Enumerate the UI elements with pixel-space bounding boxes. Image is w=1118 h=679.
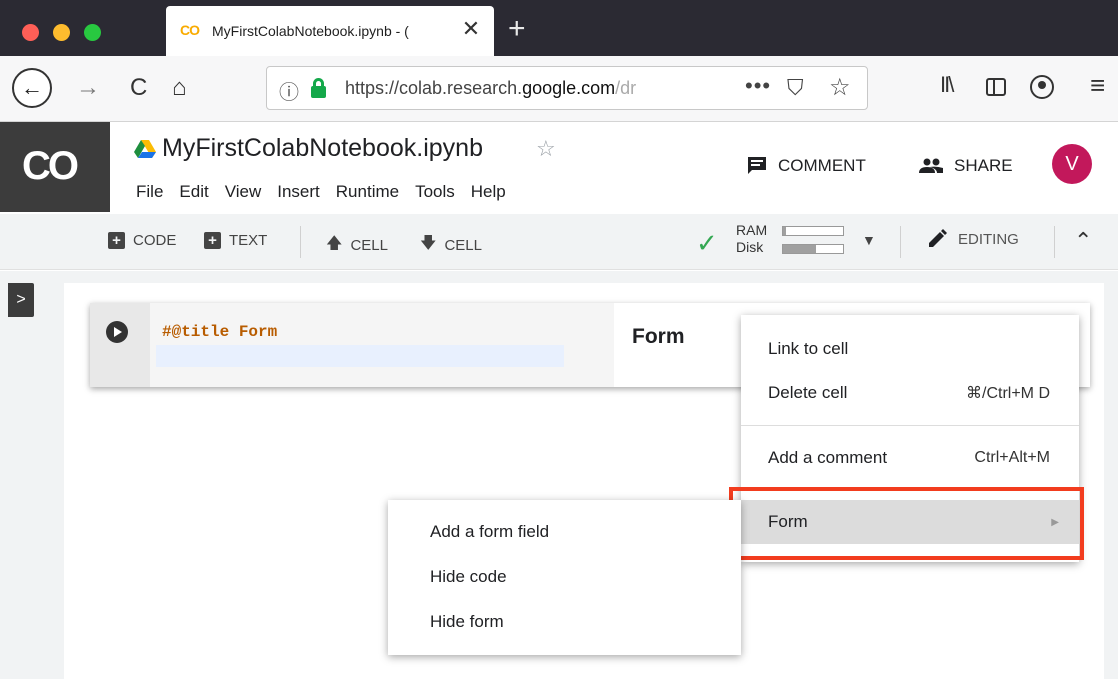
- url-prefix: https://colab.research.: [345, 78, 523, 98]
- browser-tab[interactable]: CO MyFirstColabNotebook.ipynb - ( ✕: [166, 6, 494, 56]
- hamburger-menu-icon[interactable]: ≡: [1090, 70, 1105, 101]
- menu-insert[interactable]: Insert: [275, 182, 322, 202]
- share-button[interactable]: SHARE: [918, 156, 1013, 176]
- notebook-header: MyFirstColabNotebook.ipynb ☆ File Edit V…: [110, 122, 1118, 214]
- url-bar[interactable]: ⓘ https://colab.research.google.com/dr •…: [266, 66, 868, 110]
- form-highlight-box: [729, 487, 1084, 560]
- toolbar-divider: [300, 226, 301, 258]
- connected-check-icon: ✓: [696, 228, 718, 258]
- code-editor[interactable]: #@title Form: [150, 303, 614, 387]
- code-cursor-line: [156, 345, 564, 367]
- star-notebook-icon[interactable]: ☆: [536, 136, 556, 162]
- pocket-icon[interactable]: ⛉: [787, 75, 804, 101]
- colab-logo-text: CO: [22, 144, 79, 188]
- menu-file[interactable]: File: [134, 182, 165, 202]
- menu-item-shortcut: ⌘/Ctrl+M D: [966, 385, 1050, 402]
- resources-dropdown-icon[interactable]: ▼: [862, 232, 876, 248]
- disk-usage-fill: [783, 245, 816, 253]
- menu-item-delete-cell[interactable]: Delete cell ⌘/Ctrl+M D: [741, 371, 1079, 415]
- add-code-label: CODE: [133, 232, 177, 249]
- close-tab-icon[interactable]: ✕: [458, 16, 484, 42]
- arrow-up-icon: 🡅: [326, 235, 343, 252]
- sidebar-icon[interactable]: [986, 78, 1006, 96]
- menu-edit[interactable]: Edit: [177, 182, 210, 202]
- menu-help[interactable]: Help: [469, 182, 508, 202]
- comment-label: COMMENT: [778, 156, 866, 175]
- menu-item-label: Delete cell: [768, 383, 848, 402]
- plus-icon: +: [108, 232, 125, 249]
- page-actions-icon[interactable]: •••: [745, 73, 771, 99]
- info-icon[interactable]: ⓘ: [279, 76, 299, 105]
- editing-mode-button[interactable]: EDITING: [926, 228, 1019, 250]
- add-text-label: TEXT: [229, 232, 268, 249]
- url-path: /dr: [615, 78, 637, 98]
- people-icon: [919, 158, 943, 173]
- submenu-hide-form[interactable]: Hide form: [430, 612, 504, 632]
- add-code-button[interactable]: + CODE: [108, 232, 176, 249]
- menu-item-label: Add a comment: [768, 448, 888, 467]
- forward-button[interactable]: →: [76, 74, 100, 102]
- collapse-header-icon[interactable]: ⌃: [1074, 228, 1092, 254]
- ram-label: RAM: [736, 222, 768, 238]
- editing-label: EDITING: [958, 230, 1019, 248]
- browser-tab-strip: CO MyFirstColabNotebook.ipynb - ( ✕ +: [0, 0, 1118, 56]
- bookmark-star-icon[interactable]: ☆: [829, 73, 851, 102]
- share-label: SHARE: [954, 156, 1013, 175]
- run-cell-icon[interactable]: [106, 321, 128, 343]
- comment-icon: [748, 157, 766, 174]
- submenu-hide-code[interactable]: Hide code: [430, 567, 507, 587]
- google-drive-icon[interactable]: [134, 140, 156, 158]
- ram-usage-bar: [782, 226, 844, 236]
- browser-nav-toolbar: ← → C ⌂ ⓘ https://colab.research.google.…: [0, 56, 1118, 122]
- close-window-button[interactable]: [22, 24, 39, 41]
- cell-gutter: [90, 303, 150, 387]
- lock-icon[interactable]: [311, 78, 326, 98]
- move-cell-down-label: CELL: [444, 237, 482, 254]
- account-icon[interactable]: [1030, 75, 1054, 99]
- form-submenu: Add a form field Hide code Hide form: [388, 500, 741, 655]
- avatar[interactable]: V: [1052, 144, 1092, 184]
- menu-item-link-to-cell[interactable]: Link to cell: [741, 327, 1079, 371]
- library-icon[interactable]: II\: [940, 72, 954, 98]
- reload-button[interactable]: C: [130, 74, 147, 102]
- colab-logo[interactable]: CO: [0, 122, 110, 212]
- arrow-down-icon: 🡇: [420, 235, 437, 252]
- minimize-window-button[interactable]: [53, 24, 70, 41]
- menu-item-add-comment[interactable]: Add a comment Ctrl+Alt+M: [741, 436, 1079, 480]
- url-host: google.com: [522, 78, 616, 98]
- colab-favicon-icon: CO: [180, 22, 200, 38]
- form-title: Form: [632, 325, 685, 348]
- disk-usage-bar: [782, 244, 844, 254]
- pencil-icon: [929, 229, 947, 247]
- toolbar-divider: [1054, 226, 1055, 258]
- ram-usage-fill: [783, 227, 786, 235]
- menu-divider: [741, 425, 1079, 426]
- menu-item-shortcut: Ctrl+Alt+M: [974, 449, 1050, 466]
- menu-view[interactable]: View: [223, 182, 264, 202]
- home-button[interactable]: ⌂: [172, 74, 187, 102]
- code-line: #@title Form: [162, 323, 278, 341]
- menu-tools[interactable]: Tools: [413, 182, 457, 202]
- menu-bar: File Edit View Insert Runtime Tools Help: [134, 182, 508, 202]
- comment-button[interactable]: COMMENT: [746, 156, 866, 176]
- notebook-title[interactable]: MyFirstColabNotebook.ipynb: [162, 134, 483, 163]
- disk-label: Disk: [736, 239, 764, 255]
- maximize-window-button[interactable]: [84, 24, 101, 41]
- new-tab-button[interactable]: +: [508, 14, 526, 44]
- resource-labels[interactable]: RAM Disk: [736, 222, 767, 256]
- notebook-toolbar: + CODE + TEXT 🡅 CELL 🡇 CELL ✓ RAM Disk ▼…: [0, 214, 1118, 270]
- move-cell-down-button[interactable]: 🡇 CELL: [420, 232, 482, 259]
- back-button[interactable]: ←: [12, 68, 52, 108]
- move-cell-up-button[interactable]: 🡅 CELL: [326, 232, 388, 259]
- url-text[interactable]: https://colab.research.google.com/dr: [345, 78, 705, 99]
- sidebar-toggle-button[interactable]: >: [8, 283, 34, 317]
- menu-item-label: Link to cell: [768, 339, 849, 358]
- toolbar-divider: [900, 226, 901, 258]
- plus-icon: +: [204, 232, 221, 249]
- tab-title: MyFirstColabNotebook.ipynb - (: [212, 23, 409, 39]
- add-text-button[interactable]: + TEXT: [204, 232, 267, 249]
- menu-runtime[interactable]: Runtime: [334, 182, 401, 202]
- submenu-add-form-field[interactable]: Add a form field: [430, 522, 549, 542]
- move-cell-up-label: CELL: [350, 237, 388, 254]
